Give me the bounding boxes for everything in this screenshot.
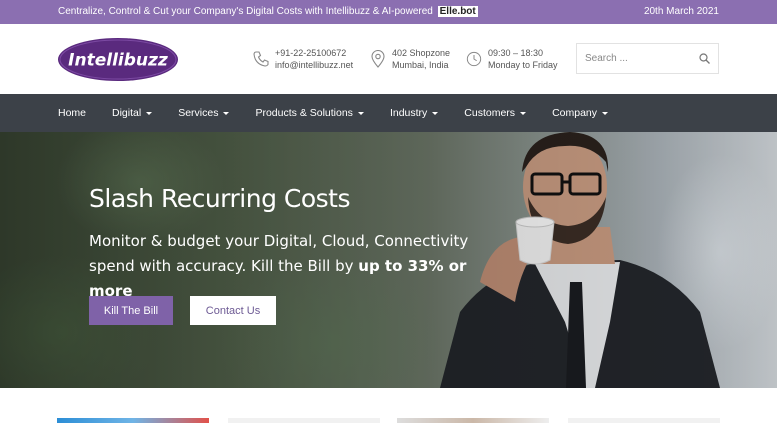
site-header: Intellibuzz +91-22-25100672 info@intelli… xyxy=(0,24,777,94)
email-address[interactable]: info@intellibuzz.net xyxy=(275,59,353,71)
caret-down-icon xyxy=(602,111,609,115)
office-hours-block: 09:30 – 18:30 Monday to Friday xyxy=(466,47,558,71)
phone-icon xyxy=(253,51,269,67)
nav-item-digital[interactable]: Digital xyxy=(112,107,153,119)
clock-icon xyxy=(466,51,482,67)
hero-title: Slash Recurring Costs xyxy=(89,184,351,213)
announcement-message: Centralize, Control & Cut your Company's… xyxy=(58,6,433,17)
nav-item-label: Digital xyxy=(112,107,142,119)
contact-us-button[interactable]: Contact Us xyxy=(190,296,276,325)
caret-down-icon xyxy=(223,111,230,115)
nav-item-label: Products & Solutions xyxy=(255,107,353,119)
feature-card-4[interactable] xyxy=(568,418,720,423)
nav-item-products-solutions[interactable]: Products & Solutions xyxy=(255,107,364,119)
caret-down-icon xyxy=(357,111,364,115)
nav-item-industry[interactable]: Industry xyxy=(389,107,439,119)
search-input[interactable] xyxy=(577,44,687,73)
nav-item-customers[interactable]: Customers xyxy=(464,107,527,119)
hero-subtitle: Monitor & budget your Digital, Cloud, Co… xyxy=(89,229,509,304)
phone-number[interactable]: +91-22-25100672 xyxy=(275,47,353,59)
feature-cards-row xyxy=(0,388,777,423)
address-line1: 402 Shopzone xyxy=(392,48,451,58)
search-box xyxy=(576,43,719,74)
address-line2: Mumbai, India xyxy=(392,60,449,70)
nav-item-services[interactable]: Services xyxy=(178,107,230,119)
feature-card-3[interactable] xyxy=(397,418,549,423)
nav-item-label: Industry xyxy=(389,107,428,119)
caret-down-icon xyxy=(432,111,439,115)
announcement-text: Centralize, Control & Cut your Company's… xyxy=(58,6,478,17)
kill-the-bill-button[interactable]: Kill The Bill xyxy=(89,296,173,325)
location-pin-icon xyxy=(371,50,385,68)
contact-address-block: 402 Shopzone Mumbai, India xyxy=(370,47,450,71)
nav-item-label: Customers xyxy=(464,107,516,119)
feature-card-2[interactable] xyxy=(228,418,380,423)
caret-down-icon xyxy=(520,111,527,115)
intellibuzz-logo[interactable]: Intellibuzz xyxy=(57,37,179,82)
contact-phone-block: +91-22-25100672 info@intellibuzz.net xyxy=(253,47,353,71)
feature-card-1[interactable] xyxy=(57,418,209,423)
logo-text: Intellibuzz xyxy=(68,51,168,71)
nav-item-home[interactable]: Home xyxy=(58,107,86,119)
nav-item-company[interactable]: Company xyxy=(552,107,609,119)
nav-item-label: Company xyxy=(552,107,598,119)
nav-item-label: Services xyxy=(178,107,219,119)
elle-bot-link[interactable]: Elle.bot xyxy=(437,6,478,17)
nav-item-label: Home xyxy=(58,107,87,119)
office-hours: 09:30 – 18:30 xyxy=(488,48,544,58)
office-days: Monday to Friday xyxy=(488,60,558,70)
main-navigation: Home Digital Services Products & Solutio… xyxy=(0,94,777,132)
hero-banner: Slash Recurring Costs Monitor & budget y… xyxy=(0,132,777,388)
announcement-bar: Centralize, Control & Cut your Company's… xyxy=(0,0,777,24)
current-date: 20th March 2021 xyxy=(643,6,719,17)
search-icon[interactable] xyxy=(699,53,710,64)
caret-down-icon xyxy=(146,111,153,115)
